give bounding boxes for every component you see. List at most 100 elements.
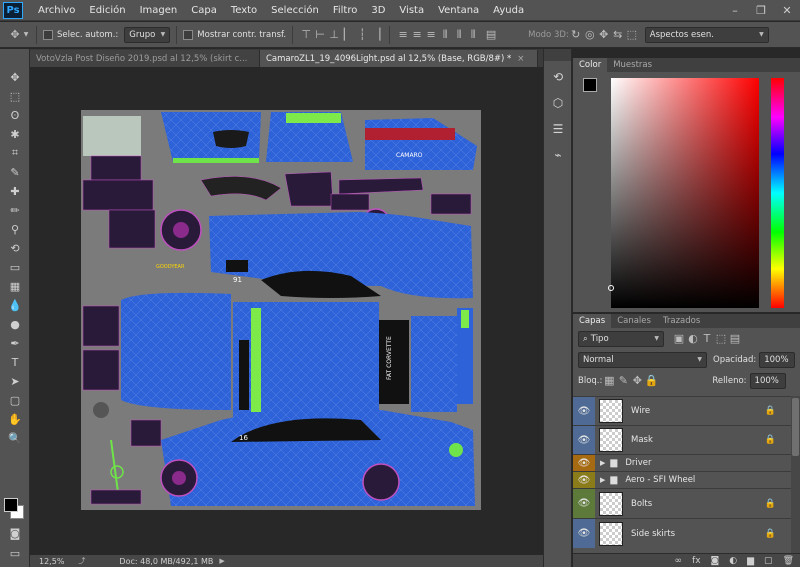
3d-panel-icon[interactable]: ⬡ [548, 93, 568, 113]
menu-ventana[interactable]: Ventana [431, 5, 486, 16]
chevron-right-icon[interactable]: ▶ [219, 557, 224, 565]
link-layers-icon[interactable]: ∞ [675, 556, 683, 566]
layer-style-icon[interactable]: fx [692, 556, 701, 566]
marquee-tool-icon[interactable]: ⬚ [4, 87, 26, 105]
screen-mode-icon[interactable]: ▭ [4, 544, 26, 562]
distribute-left-icon[interactable]: ⦀ [438, 28, 452, 42]
quick-mask-icon[interactable]: ◙ [4, 524, 26, 542]
dodge-tool-icon[interactable]: ● [4, 315, 26, 333]
align-hcenter-icon[interactable]: ┆ [355, 28, 369, 41]
color-picker-cursor[interactable] [608, 285, 614, 291]
distribute-vcenter-icon[interactable]: ≡ [410, 28, 424, 41]
filter-type-icon[interactable]: T [700, 332, 714, 345]
visibility-eye-icon[interactable]: 👁 [573, 455, 595, 471]
move-tool-preset-icon[interactable]: ✥ [8, 28, 22, 41]
lock-transparency-icon[interactable]: ▦ [602, 374, 616, 387]
distribute-bottom-icon[interactable]: ≡ [424, 28, 438, 41]
path-selection-tool-icon[interactable]: ➤ [4, 372, 26, 390]
layer-filter-dropdown[interactable]: ⌕ Tipo ▼ [578, 330, 664, 347]
close-tab-icon[interactable]: × [517, 54, 524, 64]
hue-slider[interactable] [771, 78, 784, 308]
layer-group-driver[interactable]: 👁 ▶ ▆ Driver [573, 454, 800, 471]
tab-layers[interactable]: Capas [573, 314, 612, 328]
history-panel-icon[interactable]: ⟲ [548, 67, 568, 87]
show-transform-checkbox[interactable] [183, 29, 194, 40]
menu-ayuda[interactable]: Ayuda [486, 5, 531, 16]
pan-3d-icon[interactable]: ✥ [597, 28, 611, 41]
distribute-right-icon[interactable]: ⦀ [466, 28, 480, 42]
layer-row-side-skirts[interactable]: 👁 Side skirts 🔒 [573, 518, 800, 548]
menu-imagen[interactable]: Imagen [133, 5, 185, 16]
pen-tool-icon[interactable]: ✒ [4, 334, 26, 352]
gradient-tool-icon[interactable]: ▦ [4, 277, 26, 295]
visibility-eye-icon[interactable]: 👁 [573, 472, 595, 488]
crop-tool-icon[interactable]: ⌗ [4, 144, 26, 162]
menu-capa[interactable]: Capa [184, 5, 224, 16]
visibility-eye-icon[interactable]: 👁 [573, 397, 595, 425]
eraser-tool-icon[interactable]: ▭ [4, 258, 26, 276]
add-mask-icon[interactable]: ◙ [711, 556, 720, 566]
blend-mode-dropdown[interactable]: Normal ▼ [578, 351, 708, 368]
magic-wand-tool-icon[interactable]: ✱ [4, 125, 26, 143]
chevron-down-icon[interactable]: ▼ [22, 31, 30, 38]
clone-stamp-tool-icon[interactable]: ⚲ [4, 220, 26, 238]
type-tool-icon[interactable]: T [4, 353, 26, 371]
menu-archivo[interactable]: Archivo [31, 5, 82, 16]
tab-document-votovzla[interactable]: VotoVzla Post Diseño 2019.psd al 12,5% (… [30, 50, 260, 67]
blur-tool-icon[interactable]: 💧 [4, 296, 26, 314]
new-group-icon[interactable]: ▆ [747, 556, 754, 566]
image-canvas[interactable]: CAMARO 91 GOODYEAR FAT CORVETTE 16 [81, 110, 481, 510]
brush-tool-icon[interactable]: ✏ [4, 201, 26, 219]
color-picker-field[interactable] [608, 78, 759, 308]
new-layer-icon[interactable]: ▢ [764, 556, 773, 566]
expand-arrow-icon[interactable]: ▶ [600, 476, 605, 484]
minimize-icon[interactable]: – [722, 0, 748, 21]
opacity-input[interactable]: 100% [759, 351, 795, 368]
document-size[interactable]: Doc: 48,0 MB/492,1 MB [119, 557, 213, 566]
tab-document-camaro[interactable]: CamaroZL1_19_4096Light.psd al 12,5% (Bas… [260, 50, 538, 67]
filter-smartobject-icon[interactable]: ▤ [728, 332, 742, 345]
layer-row-bolts[interactable]: 👁 Bolts 🔒 [573, 488, 800, 518]
align-left-icon[interactable]: ▏ [341, 28, 355, 41]
foreground-color-swatch[interactable] [4, 498, 18, 512]
scale-3d-icon[interactable]: ⬚ [625, 28, 639, 41]
layer-group-aero[interactable]: 👁 ▶ ▆ Aero - SFI Wheel [573, 471, 800, 488]
menu-filtro[interactable]: Filtro [326, 5, 365, 16]
hand-tool-icon[interactable]: ✋ [4, 410, 26, 428]
lock-all-icon[interactable]: 🔒 [644, 374, 659, 387]
visibility-eye-icon[interactable]: 👁 [573, 489, 595, 518]
rotate-3d-icon[interactable]: ↻ [569, 28, 583, 41]
tab-paths[interactable]: Trazados [657, 314, 706, 328]
tab-channels[interactable]: Canales [611, 314, 657, 328]
zoom-tool-icon[interactable]: 🔍 [4, 429, 26, 447]
expand-arrow-icon[interactable]: ▶ [600, 459, 605, 467]
zoom-level[interactable]: 12,5% [39, 557, 64, 566]
foreground-color-chip[interactable] [583, 78, 597, 92]
auto-select-dropdown[interactable]: Grupo ▼ [124, 26, 171, 43]
fill-input[interactable]: 100% [749, 372, 786, 389]
menu-seleccion[interactable]: Selección [264, 5, 326, 16]
layers-scrollbar[interactable] [791, 396, 800, 553]
filter-shape-icon[interactable]: ⬚ [714, 332, 728, 345]
share-icon[interactable]: ⤴ [78, 556, 85, 566]
delete-layer-icon[interactable]: 🗑 [783, 556, 794, 566]
healing-brush-tool-icon[interactable]: ✚ [4, 182, 26, 200]
tab-color[interactable]: Color [573, 58, 608, 72]
filter-adjustment-icon[interactable]: ◐ [686, 332, 700, 345]
lasso-tool-icon[interactable]: ʘ [4, 106, 26, 124]
align-right-icon[interactable]: ▕ [369, 28, 383, 41]
slide-3d-icon[interactable]: ⇆ [611, 28, 625, 41]
history-brush-tool-icon[interactable]: ⟲ [4, 239, 26, 257]
rectangle-tool-icon[interactable]: ▢ [4, 391, 26, 409]
auto-align-icon[interactable]: ▤ [484, 28, 498, 41]
menu-edicion[interactable]: Edición [82, 5, 132, 16]
workspace-dropdown[interactable]: Aspectos esen. ▼ [644, 26, 769, 43]
visibility-eye-icon[interactable]: 👁 [573, 426, 595, 454]
close-icon[interactable]: ✕ [774, 0, 800, 21]
visibility-eye-icon[interactable]: 👁 [573, 519, 595, 548]
adjustment-layer-icon[interactable]: ◐ [729, 556, 737, 566]
align-bottom-icon[interactable]: ⊥ [327, 28, 341, 41]
distribute-hcenter-icon[interactable]: ⦀ [452, 28, 466, 42]
properties-panel-icon[interactable]: ☰ [548, 119, 568, 139]
layer-row-mask[interactable]: 👁 Mask 🔒 [573, 425, 800, 454]
